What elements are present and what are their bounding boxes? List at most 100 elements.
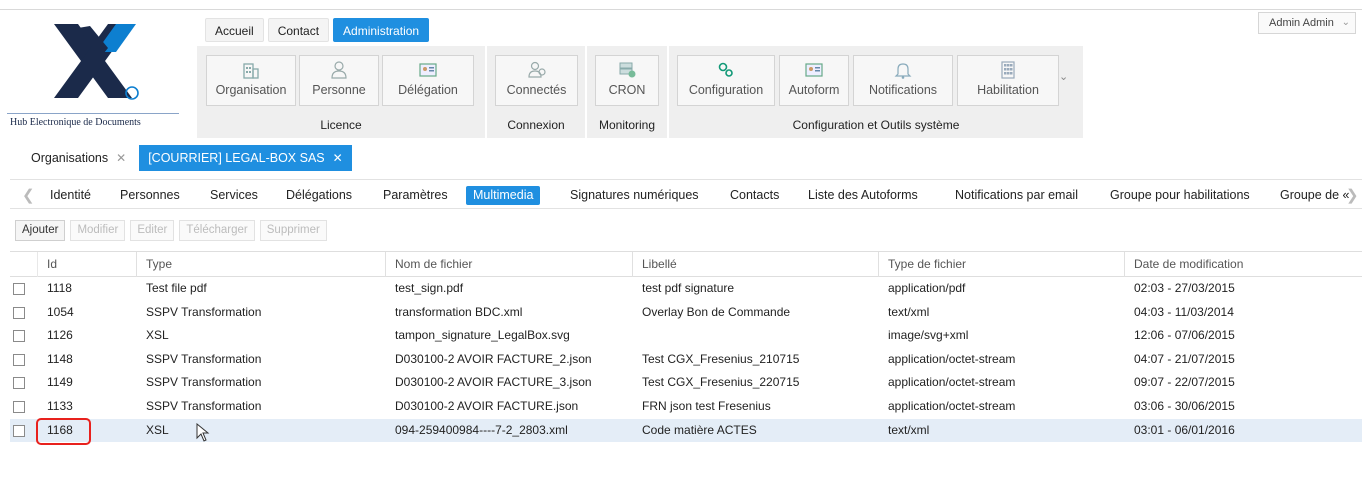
cell-id: 1118	[47, 281, 72, 295]
table-row[interactable]: 1126 XSL tampon_signature_LegalBox.svg i…	[10, 324, 1362, 348]
sub-tab-autoforms[interactable]: Liste des Autoforms	[808, 186, 918, 205]
cell-modified-date: 12:06 - 07/06/2015	[1134, 328, 1235, 343]
column-header-modified-date[interactable]: Date de modification	[1124, 252, 1243, 277]
row-checkbox[interactable]	[13, 400, 25, 413]
modify-button[interactable]: Modifier	[70, 220, 126, 241]
close-icon[interactable]: ✕	[333, 151, 343, 165]
ribbon-group-configuration: Configuration Autoform Notifications Hab…	[669, 46, 1083, 138]
cell-id: 1168	[47, 422, 73, 437]
sub-tab-services[interactable]: Services	[210, 186, 258, 205]
bell-icon	[894, 63, 912, 79]
cell-type: Test file pdf	[146, 281, 207, 295]
cell-file-name: D030100-2 AVOIR FACTURE_2.json	[395, 351, 592, 366]
gears-icon	[718, 62, 733, 77]
sub-tab-groupe-de[interactable]: Groupe de «	[1280, 186, 1350, 205]
sub-tab-notifications-email[interactable]: Notifications par email	[955, 186, 1078, 205]
users-icon	[527, 61, 546, 78]
row-checkbox[interactable]	[13, 353, 25, 366]
column-header-type[interactable]: Type	[136, 252, 172, 277]
chevron-left-icon[interactable]: ❮	[22, 186, 35, 204]
table-row-selected[interactable]: 1168 XSL 094-259400984----7-2_2803.xml C…	[10, 417, 1362, 445]
ribbon-button-label: Organisation	[215, 83, 287, 97]
grid-header: Id Type Nom de fichier Libellé Type de f…	[10, 251, 1362, 277]
column-header-file-name[interactable]: Nom de fichier	[385, 252, 472, 277]
cell-modified-date: 09:07 - 22/07/2015	[1134, 375, 1235, 390]
ribbon-group-licence: Organisation Personne Délégation Licence	[197, 46, 485, 138]
sub-tab-groupe-habilitations[interactable]: Groupe pour habilitations	[1110, 186, 1250, 205]
sub-tab-personnes[interactable]: Personnes	[120, 186, 180, 205]
cell-modified-date: 03:06 - 30/06/2015	[1134, 398, 1235, 413]
sub-tab-parametres[interactable]: Paramètres	[383, 186, 448, 205]
row-checkbox[interactable]	[13, 424, 25, 437]
chevron-down-icon[interactable]: ⌄	[1059, 70, 1075, 86]
column-header-file-type[interactable]: Type de fichier	[878, 252, 966, 277]
ribbon-group-monitoring: CRON Monitoring	[587, 46, 667, 138]
table-row[interactable]: 1149 SSPV Transformation D030100-2 AVOIR…	[10, 371, 1362, 395]
nav-tab-accueil[interactable]: Accueil	[205, 18, 264, 42]
cell-id: 1148	[47, 351, 73, 366]
delete-button[interactable]: Supprimer	[259, 220, 327, 241]
person-icon	[331, 61, 347, 79]
ribbon-button-connectes[interactable]: Connectés	[495, 55, 578, 106]
row-checkbox[interactable]	[13, 330, 25, 343]
ribbon-button-delegation[interactable]: Délégation	[382, 55, 474, 106]
table-row[interactable]: 1054 SSPV Transformation transformation …	[10, 301, 1362, 325]
id-card-icon	[419, 63, 437, 77]
cell-file-type: application/octet-stream	[888, 375, 1016, 390]
row-checkbox[interactable]	[13, 306, 25, 319]
sub-tab-delegations[interactable]: Délégations	[286, 186, 352, 205]
ribbon-group-connexion: Connectés Connexion	[487, 46, 585, 138]
ribbon-button-personne[interactable]: Personne	[299, 55, 379, 106]
top-border	[0, 9, 1362, 10]
cell-file-type: image/svg+xml	[888, 328, 969, 343]
nav-tab-administration[interactable]: Administration	[333, 18, 430, 42]
download-button[interactable]: Télécharger	[179, 220, 255, 241]
table-row[interactable]: 1118 Test file pdf test_sign.pdf test pd…	[10, 277, 1362, 301]
cell-label: Overlay Bon de Commande	[642, 304, 791, 319]
edit-button[interactable]: Editer	[130, 220, 175, 241]
cell-id: 1126	[47, 328, 73, 343]
row-checkbox[interactable]	[13, 377, 25, 390]
sub-tab-multimedia[interactable]: Multimedia	[466, 186, 541, 205]
ribbon-button-habilitation[interactable]: Habilitation	[957, 55, 1059, 106]
building-icon	[243, 63, 259, 79]
chevron-down-icon: ⌄	[1341, 17, 1350, 28]
doc-tab-organisations[interactable]: Organisations ✕	[22, 145, 135, 171]
user-menu[interactable]: Admin Admin ⌄	[1258, 12, 1356, 34]
table-row[interactable]: 1148 SSPV Transformation D030100-2 AVOIR…	[10, 348, 1362, 372]
sub-tab-identite[interactable]: Identité	[50, 186, 91, 205]
cell-modified-date: 02:03 - 27/03/2015	[1134, 281, 1235, 295]
ribbon-button-label: Configuration	[688, 83, 764, 97]
ribbon-button-organisation[interactable]: Organisation	[206, 55, 296, 106]
ribbon-button-label: Habilitation	[977, 83, 1039, 97]
cell-file-type: application/octet-stream	[888, 398, 1016, 413]
row-checkbox[interactable]	[13, 283, 25, 295]
cell-file-name: D030100-2 AVOIR FACTURE_3.json	[395, 375, 592, 390]
ribbon-button-label: Connectés	[506, 83, 567, 97]
cell-type: SSPV Transformation	[146, 398, 262, 413]
doc-tab-legal-box[interactable]: [COURRIER] LEGAL-BOX SAS ✕	[139, 145, 352, 171]
table-row[interactable]: 1133 SSPV Transformation D030100-2 AVOIR…	[10, 395, 1362, 419]
grid-toolbar: Ajouter Modifier Editer Télécharger Supp…	[15, 220, 327, 241]
cell-label: test pdf signature	[642, 281, 735, 295]
ribbon-button-notifications[interactable]: Notifications	[853, 55, 953, 106]
sub-tab-signatures[interactable]: Signatures numériques	[570, 186, 699, 205]
cell-file-name: 094-259400984----7-2_2803.xml	[395, 422, 568, 437]
ribbon-button-cron[interactable]: CRON	[595, 55, 659, 106]
user-name: Admin Admin	[1269, 17, 1334, 29]
sub-tab-contacts[interactable]: Contacts	[730, 186, 779, 205]
close-icon[interactable]: ✕	[116, 151, 126, 165]
add-button[interactable]: Ajouter	[15, 220, 66, 241]
nav-tab-contact[interactable]: Contact	[267, 18, 330, 42]
cell-label: Test CGX_Fresenius_220715	[642, 375, 800, 390]
ribbon-group-label: Monitoring	[598, 118, 656, 132]
hed-logo-icon	[54, 24, 139, 100]
column-header-label[interactable]: Libellé	[632, 252, 677, 277]
ribbon-button-configuration[interactable]: Configuration	[677, 55, 775, 106]
chevron-right-icon[interactable]: ❯	[1346, 186, 1359, 204]
column-header-id[interactable]: Id	[37, 252, 57, 277]
cell-type: SSPV Transformation	[146, 304, 262, 319]
cell-modified-date: 04:07 - 21/07/2015	[1134, 351, 1235, 366]
cell-id: 1133	[47, 398, 73, 413]
ribbon-button-autoform[interactable]: Autoform	[779, 55, 849, 106]
